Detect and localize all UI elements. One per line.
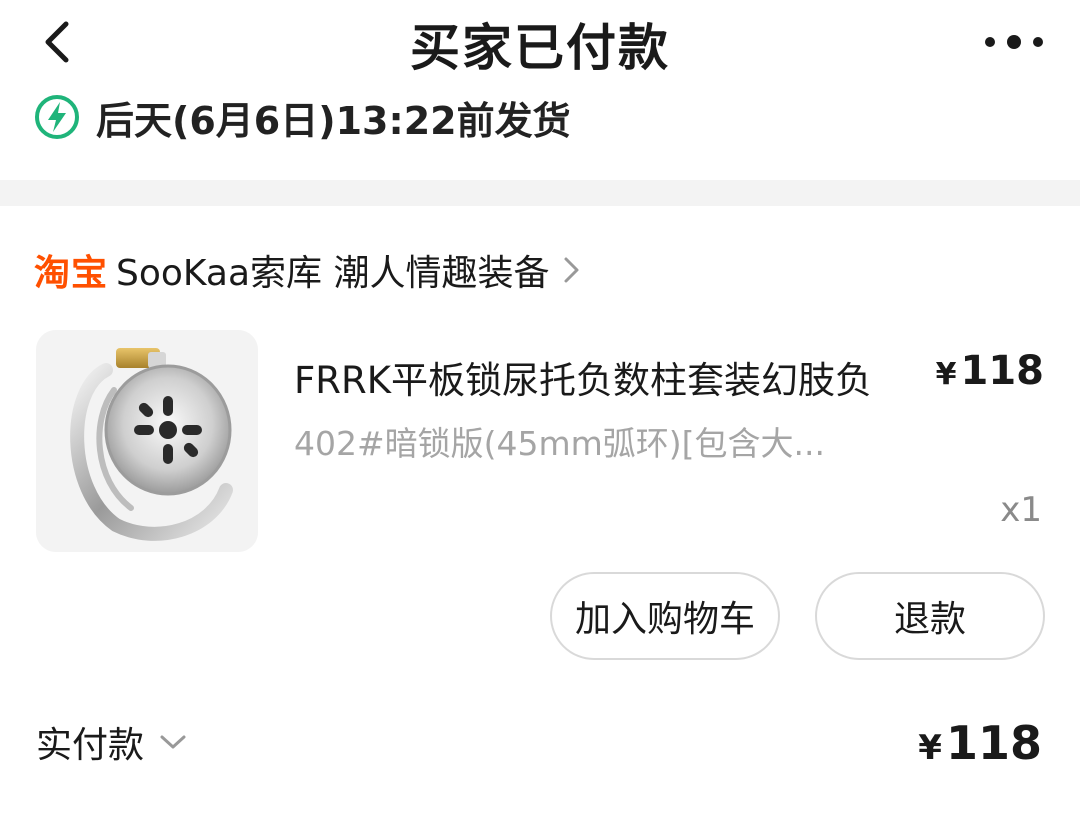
shipping-info-row: 后天(6月6日)13:22前发货 xyxy=(0,90,1080,180)
paid-amount-number: 118 xyxy=(945,716,1042,770)
shipping-deadline-text: 后天(6月6日)13:22前发货 xyxy=(96,99,571,143)
product-title[interactable]: FRRK平板锁尿托负数柱套装幻肢负 xyxy=(294,350,934,404)
product-image xyxy=(36,330,258,552)
paid-amount-value: ¥118 xyxy=(918,716,1042,770)
product-price: ¥118 xyxy=(936,348,1044,394)
refund-button[interactable]: 退款 xyxy=(815,572,1045,660)
add-to-cart-button[interactable]: 加入购物车 xyxy=(550,572,780,660)
page-title: 买家已付款 xyxy=(410,19,670,77)
currency-symbol: ¥ xyxy=(918,728,942,768)
top-nav-bar: 买家已付款 xyxy=(0,0,1080,90)
section-divider xyxy=(0,180,1080,206)
paid-amount-toggle[interactable]: 实付款 xyxy=(36,716,188,768)
chevron-right-icon[interactable] xyxy=(561,255,583,285)
product-quantity: x1 xyxy=(1000,490,1042,530)
product-price-value: 118 xyxy=(960,348,1045,394)
lightning-circle-icon xyxy=(35,95,79,139)
taobao-logo: 淘宝 xyxy=(34,253,109,294)
chevron-down-icon[interactable] xyxy=(158,732,188,752)
shop-name[interactable]: SooKaa索库 潮人情趣装备 xyxy=(116,244,549,296)
currency-symbol: ¥ xyxy=(935,357,957,392)
product-thumbnail[interactable] xyxy=(36,330,258,552)
order-detail-page: 买家已付款 后天(6月6日)13:22前发货 淘宝 SooKaa索库 潮人情趣装… xyxy=(0,0,1080,821)
more-options-icon[interactable] xyxy=(978,24,1050,60)
product-spec: 402#暗锁版(45mm弧环)[包含大... xyxy=(294,424,826,463)
paid-amount-label: 实付款 xyxy=(36,725,145,766)
shop-row[interactable]: 淘宝 SooKaa索库 潮人情趣装备 xyxy=(34,240,583,300)
